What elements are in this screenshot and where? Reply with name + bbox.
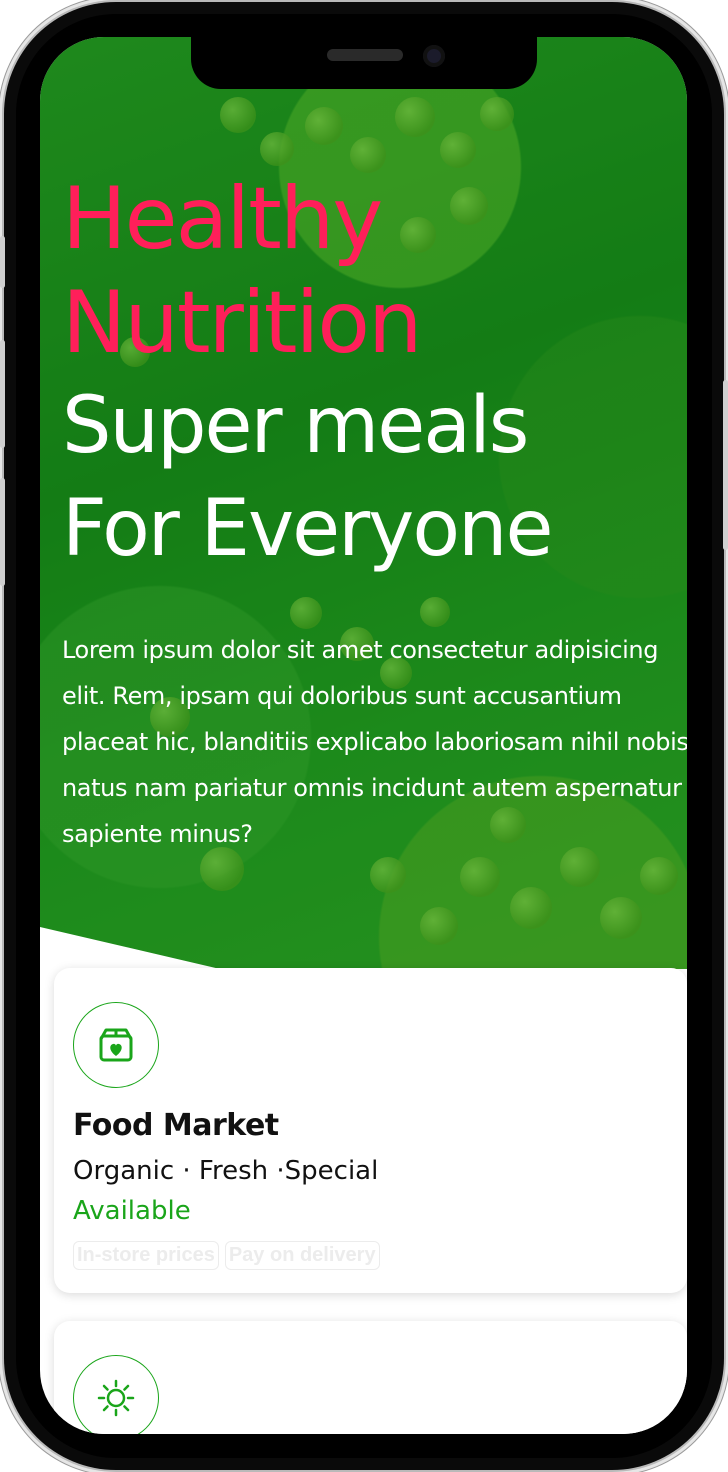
card-subtitle: Organic · Fresh ·Special: [73, 1156, 379, 1186]
hero-description: Lorem ipsum dolor sit amet consectetur a…: [62, 636, 687, 848]
hero-title-line-1: Healthy: [62, 169, 383, 269]
box-heart-icon: [73, 1002, 159, 1088]
tag-in-store-prices: In-store prices: [73, 1241, 219, 1270]
availability-status: Available: [73, 1196, 191, 1226]
hero-section: Healthy Nutrition Super meals For Everyo…: [40, 37, 687, 977]
screen: Healthy Nutrition Super meals For Everyo…: [40, 37, 687, 1434]
sun-icon: [73, 1355, 159, 1434]
volume-up-button: [0, 340, 5, 448]
phone-notch: [191, 37, 537, 89]
speaker-grille: [327, 49, 403, 61]
volume-down-button: [0, 478, 5, 586]
hero-subtitle-line-2: For Everyone: [62, 484, 553, 574]
feature-card-2[interactable]: [54, 1321, 687, 1434]
power-button: [723, 380, 728, 550]
camera-lens: [423, 45, 445, 67]
hero-heading: Healthy Nutrition Super meals For Everyo…: [62, 167, 682, 581]
hero-subtitle-line-1: Super meals: [62, 381, 529, 471]
silent-switch: [0, 236, 5, 288]
feature-card-food-market[interactable]: Food Market Organic · Fresh ·Special Ava…: [54, 968, 687, 1293]
card-title: Food Market: [73, 1108, 279, 1143]
card-tags: In-store prices Pay on delivery: [73, 1241, 380, 1270]
tag-pay-on-delivery: Pay on delivery: [224, 1241, 380, 1270]
hero-title-line-2: Nutrition: [62, 273, 423, 373]
